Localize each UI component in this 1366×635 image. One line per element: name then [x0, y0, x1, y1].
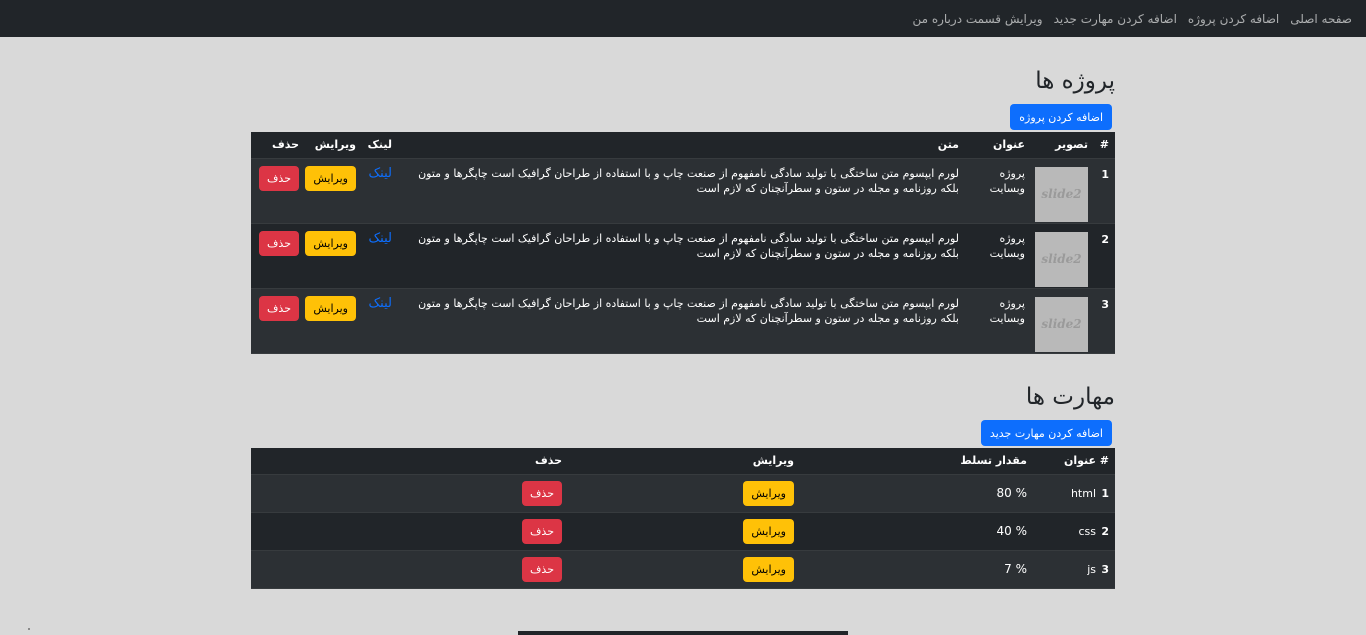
- col-header-index: #: [1100, 448, 1115, 475]
- col-header-image: تصویر: [1031, 132, 1094, 159]
- projects-title: پروژه ها: [1035, 68, 1115, 94]
- delete-project-button[interactable]: حذف: [259, 165, 299, 191]
- table-row: 1 html 80 % ویرایش حذف: [251, 474, 1115, 513]
- col-header-title: عنوان: [965, 132, 1031, 159]
- edit-project-button[interactable]: ویرایش: [305, 295, 356, 321]
- skills-table: # عنوان مقدار تسلط ویرایش حذف 1 html 80 …: [251, 448, 1115, 589]
- skill-level-value: 7 %: [1004, 562, 1027, 576]
- skill-level: 7 %: [800, 550, 1033, 589]
- col-header-link: لینک: [362, 132, 398, 159]
- project-thumbnail: slide2: [1035, 296, 1088, 352]
- col-header-index: #: [1094, 132, 1115, 159]
- col-header-edit: ویرایش: [305, 132, 362, 159]
- project-thumbnail: slide2: [1035, 231, 1088, 287]
- table-row: 3 slide2 پروژه وبسایت لورم ایپسوم متن سا…: [251, 288, 1115, 354]
- skills-header-row: # عنوان مقدار تسلط ویرایش حذف: [251, 448, 1115, 475]
- project-link[interactable]: لینک: [369, 166, 392, 181]
- nav-add-skill-link[interactable]: اضافه کردن مهارت جدید: [1054, 12, 1177, 26]
- project-title: پروژه وبسایت: [965, 288, 1031, 354]
- edit-skill-button[interactable]: ویرایش: [743, 518, 794, 544]
- skill-title: js: [1033, 550, 1102, 589]
- nav-home-link[interactable]: صفحه اصلی: [1290, 12, 1352, 26]
- skill-level: 40 %: [800, 512, 1033, 551]
- skill-level-value: 80 %: [996, 486, 1028, 500]
- table-row: 2 slide2 پروژه وبسایت لورم ایپسوم متن سا…: [251, 223, 1115, 289]
- col-header-level: مقدار تسلط: [800, 448, 1033, 475]
- delete-skill-button[interactable]: حذف: [522, 480, 562, 506]
- projects-table: # تصویر عنوان متن لینک ویرایش حذف 1 slid…: [251, 132, 1115, 354]
- add-skill-button[interactable]: اضافه کردن مهارت جدید: [980, 420, 1112, 446]
- edit-skill-button[interactable]: ویرایش: [743, 556, 794, 582]
- project-link[interactable]: لینک: [369, 231, 392, 246]
- table-row: 1 slide2 پروژه وبسایت لورم ایپسوم متن سا…: [251, 158, 1115, 224]
- thumbnail-text: slide2: [1041, 252, 1082, 266]
- project-title: پروژه وبسایت: [965, 223, 1031, 289]
- skill-level-value: 40 %: [996, 524, 1028, 538]
- footer-bar: [518, 631, 848, 635]
- row-index: 1: [1101, 474, 1115, 513]
- project-text: لورم ایپسوم متن ساختگی با تولید سادگی نا…: [398, 288, 965, 354]
- edit-project-button[interactable]: ویرایش: [305, 230, 356, 256]
- skill-title: html: [1033, 474, 1102, 513]
- table-row: 2 css 40 % ویرایش حذف: [251, 512, 1115, 551]
- skill-level: 80 %: [800, 474, 1033, 513]
- col-header-edit: ویرایش: [568, 448, 800, 475]
- thumbnail-text: slide2: [1041, 187, 1082, 201]
- projects-header-row: # تصویر عنوان متن لینک ویرایش حذف: [251, 132, 1115, 159]
- thumbnail-text: slide2: [1041, 317, 1082, 331]
- add-project-button[interactable]: اضافه کردن پروژه: [1010, 104, 1112, 130]
- col-header-title: عنوان: [1033, 448, 1102, 475]
- nav-add-project-link[interactable]: اضافه کردن پروژه: [1188, 12, 1279, 26]
- project-text: لورم ایپسوم متن ساختگی با تولید سادگی نا…: [398, 223, 965, 289]
- col-header-delete: حذف: [251, 132, 305, 159]
- table-row: 3 js 7 % ویرایش حذف: [251, 550, 1115, 589]
- row-index: 3: [1101, 550, 1115, 589]
- delete-skill-button[interactable]: حذف: [522, 518, 562, 544]
- delete-project-button[interactable]: حذف: [259, 295, 299, 321]
- delete-skill-button[interactable]: حذف: [522, 556, 562, 582]
- row-index: 1: [1094, 158, 1115, 224]
- col-header-delete: حذف: [251, 448, 568, 475]
- project-link[interactable]: لینک: [369, 296, 392, 311]
- edit-project-button[interactable]: ویرایش: [305, 165, 356, 191]
- skill-title: css: [1033, 512, 1102, 551]
- project-title: پروژه وبسایت: [965, 158, 1031, 224]
- row-index: 3: [1094, 288, 1115, 354]
- delete-project-button[interactable]: حذف: [259, 230, 299, 256]
- edit-skill-button[interactable]: ویرایش: [743, 480, 794, 506]
- top-navbar: صفحه اصلی اضافه کردن پروژه اضافه کردن مه…: [0, 0, 1366, 37]
- project-text: لورم ایپسوم متن ساختگی با تولید سادگی نا…: [398, 158, 965, 224]
- nav-edit-about-link[interactable]: ویرایش قسمت درباره من: [912, 12, 1042, 26]
- row-index: 2: [1094, 223, 1115, 289]
- col-header-text: متن: [398, 132, 965, 159]
- decorative-dot: [28, 628, 30, 630]
- skills-title: مهارت ها: [1025, 384, 1115, 410]
- project-thumbnail: slide2: [1035, 166, 1088, 222]
- row-index: 2: [1101, 512, 1115, 551]
